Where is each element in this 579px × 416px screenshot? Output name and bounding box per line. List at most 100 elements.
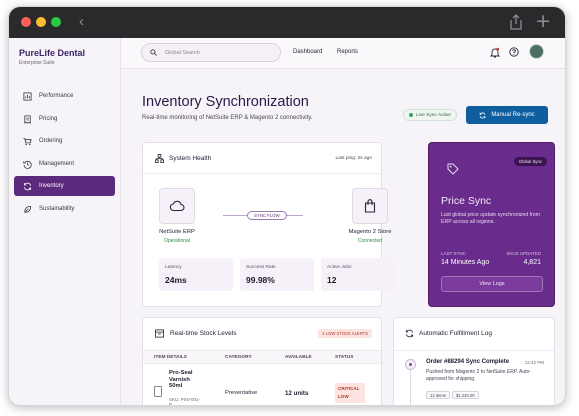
cart-icon <box>23 137 32 145</box>
live-sync-label: Live Sync Active <box>416 112 451 118</box>
metric-label: Success Rate <box>246 265 276 270</box>
top-bar: Global Search Dashboard Reports <box>121 38 565 69</box>
metric-success-rate: Success Rate 99.98% <box>240 258 314 291</box>
global-sync-badge: Global Sync <box>513 157 547 166</box>
timeline-line <box>410 370 411 405</box>
system-health-card: System Health Last ping: 2s ago NetSuite… <box>142 142 395 307</box>
product-category: Preventative <box>225 390 258 396</box>
cloud-icon <box>169 200 185 212</box>
live-sync-badge: Live Sync Active <box>403 109 457 121</box>
event-time: 12:42 PM <box>524 360 544 365</box>
zoom-window-button[interactable] <box>51 17 61 27</box>
window-titlebar: ‹ + <box>9 7 565 38</box>
resync-label: Manual Re-sync <box>491 112 535 118</box>
product-sku: SKU: PSV-001-B <box>169 397 201 406</box>
page-title: Inventory Synchronization <box>142 94 309 110</box>
sidebar-item-inventory[interactable]: Inventory <box>14 176 115 196</box>
sidebar-item-sustainability[interactable]: Sustainability <box>14 199 115 219</box>
metric-value: 24ms <box>165 275 187 285</box>
column-header: ITEM DETAILS <box>154 355 187 360</box>
chart-icon <box>23 91 32 101</box>
table-row[interactable]: Pro-Seal Varnish 50ml SKU: PSV-001-B Pre… <box>143 365 381 406</box>
card-title: Real-time Stock Levels <box>170 330 237 337</box>
column-header: AVAILABLE <box>285 355 312 360</box>
metric-label: Active Jobs <box>327 265 352 270</box>
column-header: CATEGORY <box>225 355 252 360</box>
price-sync-description: Last global price update synchronized fr… <box>441 212 540 225</box>
view-logs-button[interactable]: View Logs <box>441 276 543 292</box>
live-dot-icon <box>409 113 413 117</box>
sidebar-item-label: Ordering <box>39 138 63 144</box>
skus-updated-label: SKUS UPDATED <box>506 251 541 256</box>
metric-value: 99.98% <box>246 275 275 285</box>
main-content: Inventory Synchronization Real-time moni… <box>121 69 565 405</box>
fulfillment-log-card: Automatic Fulfillment Log Order #88294 S… <box>393 317 555 405</box>
sync-icon <box>23 182 32 190</box>
new-tab-icon[interactable]: + <box>535 10 551 32</box>
minimize-window-button[interactable] <box>36 17 46 27</box>
skus-updated-value: 4,821 <box>523 259 541 266</box>
history-icon <box>23 160 32 169</box>
table-header: ITEM DETAILS CATEGORY AVAILABLE STATUS <box>143 350 381 364</box>
receipt-icon <box>24 114 31 124</box>
sidebar-item-pricing[interactable]: Pricing <box>14 109 115 129</box>
inventory-box-icon <box>155 329 164 338</box>
bell-icon[interactable] <box>490 47 500 58</box>
sync-flow-pill: SYNC FLOW <box>247 211 287 220</box>
close-window-button[interactable] <box>21 17 31 27</box>
price-sync-title: Price Sync <box>441 195 492 207</box>
network-icon <box>155 154 164 163</box>
leaf-icon <box>24 205 32 213</box>
nav-link-reports[interactable]: Reports <box>337 49 358 55</box>
price-sync-card: Global Sync Price Sync Last global price… <box>428 142 555 307</box>
sidebar-item-label: Sustainability <box>39 206 75 212</box>
metric-value: 12 <box>327 275 337 285</box>
last-sync-label: LAST SYNC <box>441 251 466 256</box>
column-header: STATUS <box>335 355 354 360</box>
sidebar-item-management[interactable]: Management <box>14 154 115 174</box>
sidebar-item-label: Management <box>39 161 75 167</box>
product-available: 12 units <box>285 390 309 397</box>
search-input[interactable]: Global Search <box>141 43 281 62</box>
stock-levels-card: Real-time Stock Levels 4 LOW STOCK ALERT… <box>142 317 382 406</box>
magento-node <box>352 188 388 224</box>
brand-name: PureLife Dental <box>19 48 86 58</box>
sidebar-item-ordering[interactable]: Ordering <box>14 131 115 151</box>
sidebar-item-label: Performance <box>39 93 74 99</box>
auto-sync-icon <box>405 329 414 338</box>
netsuite-name: NetSuite ERP <box>159 229 195 235</box>
timeline-node-icon <box>405 359 416 370</box>
product-name: Pro-Seal Varnish 50ml <box>169 370 193 389</box>
netsuite-node <box>159 188 195 224</box>
product-bottle-icon <box>154 386 162 397</box>
sidebar-item-performance[interactable]: Performance <box>14 86 115 106</box>
low-stock-alert-badge[interactable]: 4 LOW STOCK ALERTS <box>318 329 372 338</box>
metric-label: Latency <box>165 265 182 270</box>
divider <box>394 350 554 351</box>
metric-active-jobs: Active Jobs 12 <box>321 258 395 291</box>
shopping-bag-icon <box>364 199 376 213</box>
magento-status: Connected <box>357 238 383 244</box>
manual-resync-button[interactable]: Manual Re-sync <box>466 106 548 124</box>
user-avatar[interactable] <box>529 44 544 59</box>
back-chevron-icon[interactable]: ‹ <box>79 13 84 30</box>
sidebar: PureLife Dental Enterprise Suite Perform… <box>9 38 121 405</box>
nav-link-dashboard[interactable]: Dashboard <box>293 49 322 55</box>
card-title: Automatic Fulfillment Log <box>419 330 492 337</box>
price-tag-icon <box>447 163 459 175</box>
last-ping: Last ping: 2s ago <box>335 156 372 161</box>
share-icon[interactable] <box>509 14 523 30</box>
magento-name: Magento 2 Store <box>348 229 392 235</box>
sidebar-item-label: Inventory <box>39 183 64 189</box>
help-icon[interactable] <box>509 47 519 57</box>
app-window: ‹ + PureLife Dental Enterprise Suite Per… <box>8 6 566 406</box>
metric-latency: Latency 24ms <box>159 258 233 291</box>
event-title[interactable]: Order #88294 Sync Complete <box>426 359 509 365</box>
page-subtitle: Real-time monitoring of NetSuite ERP & M… <box>142 115 313 121</box>
event-chip: 12 items <box>426 391 450 399</box>
card-header: System Health Last ping: 2s ago <box>143 143 381 174</box>
search-placeholder: Global Search <box>165 49 200 56</box>
event-chip: $1,240.00 <box>452 391 479 399</box>
event-description: Pushed from Magento 2 to NetSuite ERP. A… <box>426 369 531 382</box>
refresh-icon <box>479 112 486 118</box>
